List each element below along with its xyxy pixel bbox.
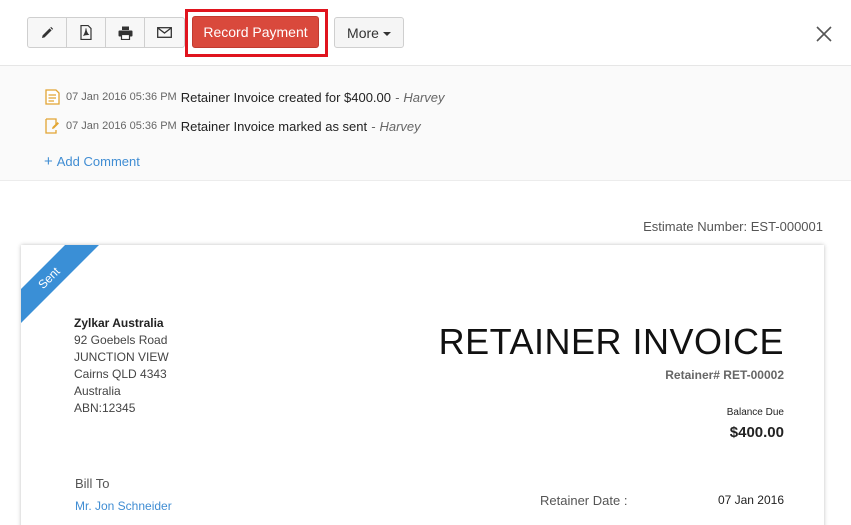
action-icon-group <box>27 17 185 48</box>
more-dropdown-button[interactable]: More <box>334 17 404 48</box>
record-payment-button[interactable]: Record Payment <box>192 16 319 48</box>
bill-to-label: Bill To <box>75 476 110 491</box>
mail-button[interactable] <box>145 18 184 47</box>
document-title: RETAINER INVOICE <box>438 321 784 362</box>
org-address: Zylkar Australia 92 Goebels Road JUNCTIO… <box>74 315 169 417</box>
document-note-icon <box>45 89 60 105</box>
activity-user: Harvey <box>379 118 421 134</box>
close-icon <box>816 26 832 42</box>
toolbar: Record Payment More <box>0 0 851 66</box>
org-address-line: ABN:12345 <box>74 401 136 415</box>
activity-panel: 07 Jan 2016 05:36 PM Retainer Invoice cr… <box>0 66 851 181</box>
pencil-icon <box>42 26 54 38</box>
document-area: Estimate Number: EST-000001 Sent Zylkar … <box>0 181 851 525</box>
balance-due-label: Balance Due <box>726 407 784 418</box>
org-address-line: Australia <box>74 384 121 398</box>
mail-icon <box>157 27 172 38</box>
activity-user: Harvey <box>403 89 445 105</box>
activity-time: 07 Jan 2016 05:36 PM <box>66 91 177 103</box>
activity-separator: - <box>395 89 400 105</box>
org-name: Zylkar Australia <box>74 316 164 330</box>
org-address-line: Cairns QLD 4343 <box>74 367 167 381</box>
plus-icon: + <box>44 153 53 170</box>
add-comment-link[interactable]: + Add Comment <box>44 154 140 169</box>
invoice-paper: Sent Zylkar Australia 92 Goebels Road JU… <box>21 245 824 525</box>
pdf-icon <box>80 25 92 40</box>
activity-item: 07 Jan 2016 05:36 PM Retainer Invoice cr… <box>45 87 445 107</box>
activity-item: 07 Jan 2016 05:36 PM Retainer Invoice ma… <box>45 116 421 136</box>
retainer-date-value: 07 Jan 2016 <box>717 493 784 507</box>
balance-due-value: $400.00 <box>729 424 784 441</box>
close-button[interactable] <box>813 23 835 45</box>
pdf-button[interactable] <box>67 18 106 47</box>
activity-separator: - <box>371 118 376 134</box>
document-edit-icon <box>45 118 59 134</box>
activity-text: Retainer Invoice marked as sent <box>180 118 368 134</box>
more-label: More <box>347 24 379 41</box>
org-address-line: JUNCTION VIEW <box>74 350 169 364</box>
add-comment-label: Add Comment <box>56 154 140 169</box>
bill-to-customer-link[interactable]: Mr. Jon Schneider <box>75 499 172 513</box>
edit-button[interactable] <box>28 18 67 47</box>
print-icon <box>118 26 132 40</box>
retainer-date-label: Retainer Date : <box>540 493 628 508</box>
org-address-line: 92 Goebels Road <box>74 333 168 347</box>
estimate-number: Estimate Number: EST-000001 <box>643 219 823 234</box>
print-button[interactable] <box>106 18 145 47</box>
activity-text: Retainer Invoice created for $400.00 <box>180 89 392 105</box>
caret-down-icon <box>382 31 391 36</box>
retainer-number: Retainer# RET-00002 <box>665 368 784 382</box>
activity-time: 07 Jan 2016 05:36 PM <box>66 120 177 132</box>
